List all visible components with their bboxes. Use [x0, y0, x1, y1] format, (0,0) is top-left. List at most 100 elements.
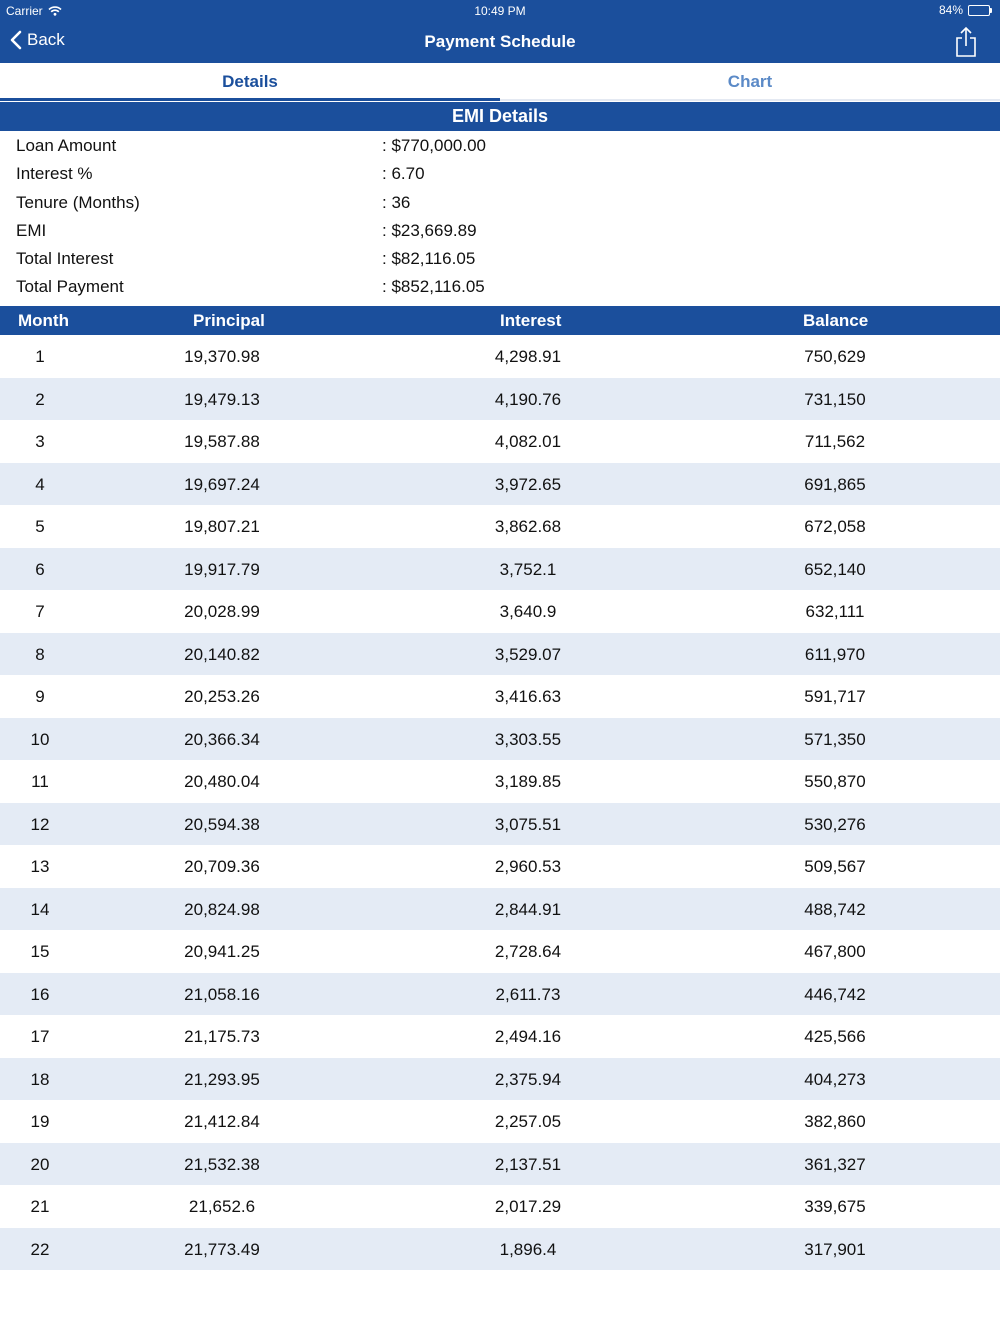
month-cell: 1 — [35, 347, 45, 366]
month-cell: 22 — [30, 1239, 50, 1259]
table-row: 10 20,366.34 3,303.55 571,350 — [0, 717, 1000, 760]
table-row: 4 19,697.24 3,972.65 691,865 — [0, 462, 1000, 505]
principal-cell: 19,587.88 — [184, 432, 260, 451]
table-row: 16 21,058.16 2,611.73 446,742 — [0, 972, 1000, 1015]
interest-cell: 3,189.85 — [494, 772, 562, 791]
interest-cell: 2,494.16 — [494, 1027, 562, 1046]
detail-row: Interest % : 6.70 — [0, 161, 1000, 189]
month-cell: 7 — [35, 602, 45, 621]
principal-cell: 20,594.38 — [184, 814, 260, 834]
table-row: 2 19,479.13 4,190.76 731,150 — [0, 377, 1000, 420]
principal-cell: 20,824.98 — [184, 899, 260, 919]
detail-row: EMI: $23,669.89 — [0, 218, 1000, 246]
detail-row: Total Payment: $852,116.05 — [0, 274, 1000, 302]
interest-cell: 3,752.1 — [499, 559, 557, 579]
month-cell: 3 — [35, 432, 45, 451]
tab-chart[interactable]: Chart — [500, 63, 1000, 101]
detail-label: Loan Amount — [16, 136, 117, 155]
principal-cell: 19,370.98 — [184, 347, 260, 366]
table-row: 7 20,028.99 3,640.9 632,111 — [0, 590, 1000, 633]
balance-cell: 339,675 — [804, 1197, 866, 1216]
back-button[interactable]: Back — [10, 30, 65, 50]
table-row: 3 19,587.88 4,082.01 711,562 — [0, 420, 1000, 463]
balance-cell: 672,058 — [804, 517, 866, 536]
interest-cell: 2,257.05 — [494, 1112, 562, 1131]
status-bar: Carrier 10:49 PM 84% — [0, 0, 1000, 22]
column-header-month: Month — [18, 311, 69, 330]
principal-cell: 20,140.82 — [184, 644, 260, 664]
month-cell: 12 — [30, 814, 50, 834]
battery-status: 84% — [939, 3, 992, 17]
table-row: 18 21,293.95 2,375.94 404,273 — [0, 1057, 1000, 1100]
principal-cell: 20,709.36 — [184, 857, 260, 876]
month-cell: 5 — [35, 517, 45, 536]
interest-cell: 2,844.91 — [494, 899, 562, 919]
table-row: 19 21,412.84 2,257.05 382,860 — [0, 1100, 1000, 1143]
emi-details-header: EMI Details — [0, 102, 1000, 131]
page-title: Payment Schedule — [424, 32, 576, 51]
balance-cell: 731,150 — [804, 389, 866, 409]
detail-label: EMI — [16, 220, 47, 240]
month-cell: 9 — [35, 687, 45, 706]
detail-row: Tenure (Months) : 36 — [0, 190, 1000, 218]
balance-cell: 691,865 — [804, 474, 866, 494]
table-row: 11 20,480.04 3,189.85 550,870 — [0, 760, 1000, 803]
battery-icon — [968, 4, 992, 16]
principal-cell: 19,697.24 — [184, 474, 260, 494]
principal-cell: 19,479.13 — [184, 389, 260, 409]
table-row: 8 20,140.82 3,529.07 611,970 — [0, 632, 1000, 675]
interest-cell: 2,137.51 — [494, 1154, 562, 1174]
month-cell: 15 — [30, 942, 50, 961]
table-row: 20 21,532.38 2,137.51 361,327 — [0, 1142, 1000, 1185]
schedule-table-body[interactable]: 1 19,370.98 4,298.91 750,629 2 19,479.13 4,190… — [0, 335, 1000, 1285]
segmented-tabs: Details Chart — [0, 63, 1000, 101]
table-row: 6 19,917.79 3,752.1 652,140 — [0, 547, 1000, 590]
detail-label: Interest % — [16, 164, 93, 184]
column-header-principal: Principal — [193, 311, 265, 330]
month-cell: 4 — [35, 474, 45, 494]
principal-cell: 19,807.21 — [184, 517, 260, 536]
month-cell: 13 — [30, 857, 50, 876]
month-cell: 20 — [30, 1154, 50, 1174]
table-row: 14 20,824.98 2,844.91 488,742 — [0, 887, 1000, 930]
detail-row: Loan Amount : $770,000.00 — [0, 133, 1000, 161]
column-header-interest: Interest — [500, 311, 562, 330]
chevron-left-icon — [10, 30, 22, 50]
month-cell: 11 — [31, 772, 49, 791]
interest-cell: 3,972.65 — [494, 474, 562, 494]
principal-cell: 21,175.73 — [184, 1027, 260, 1046]
principal-cell: 21,773.49 — [184, 1239, 260, 1259]
share-button[interactable] — [954, 26, 978, 63]
detail-label: Total Interest — [16, 249, 114, 269]
detail-value: : $852,116.05 — [382, 277, 485, 297]
interest-cell: 4,298.91 — [494, 347, 562, 366]
back-label: Back — [27, 30, 65, 49]
battery-percent: 84% — [938, 3, 963, 17]
detail-value: : 6.70 — [382, 164, 425, 184]
month-cell: 10 — [30, 729, 50, 749]
table-row: 22 21,773.49 1,896.4 317,901 — [0, 1227, 1000, 1270]
principal-cell: 21,652.6 — [188, 1197, 256, 1216]
month-cell: 2 — [35, 389, 45, 409]
detail-label: Tenure (Months) — [16, 192, 140, 212]
table-row: 1 19,370.98 4,298.91 750,629 — [0, 335, 1000, 378]
schedule-table-header: Month Principal Interest Balance — [0, 306, 1000, 335]
interest-cell: 4,190.76 — [494, 389, 562, 409]
balance-cell: 530,276 — [804, 814, 866, 834]
interest-cell: 1,896.4 — [499, 1239, 557, 1259]
table-row: 13 20,709.36 2,960.53 509,567 — [0, 845, 1000, 888]
balance-cell: 467,800 — [804, 942, 866, 961]
detail-value: : 36 — [382, 192, 411, 212]
balance-cell: 446,742 — [804, 984, 866, 1004]
detail-value: : $770,000.00 — [382, 136, 486, 155]
balance-cell: 317,901 — [804, 1239, 866, 1259]
month-cell: 18 — [30, 1069, 50, 1089]
principal-cell: 21,058.16 — [184, 984, 260, 1004]
tab-details[interactable]: Details — [0, 63, 500, 101]
interest-cell: 3,640.9 — [499, 602, 557, 621]
month-cell: 8 — [35, 644, 45, 664]
detail-row: Total Interest: $82,116.05 — [0, 246, 1000, 274]
table-row: 21 21,652.6 2,017.29 339,675 — [0, 1185, 1000, 1228]
balance-cell: 382,860 — [804, 1112, 866, 1131]
interest-cell: 3,862.68 — [494, 517, 562, 536]
